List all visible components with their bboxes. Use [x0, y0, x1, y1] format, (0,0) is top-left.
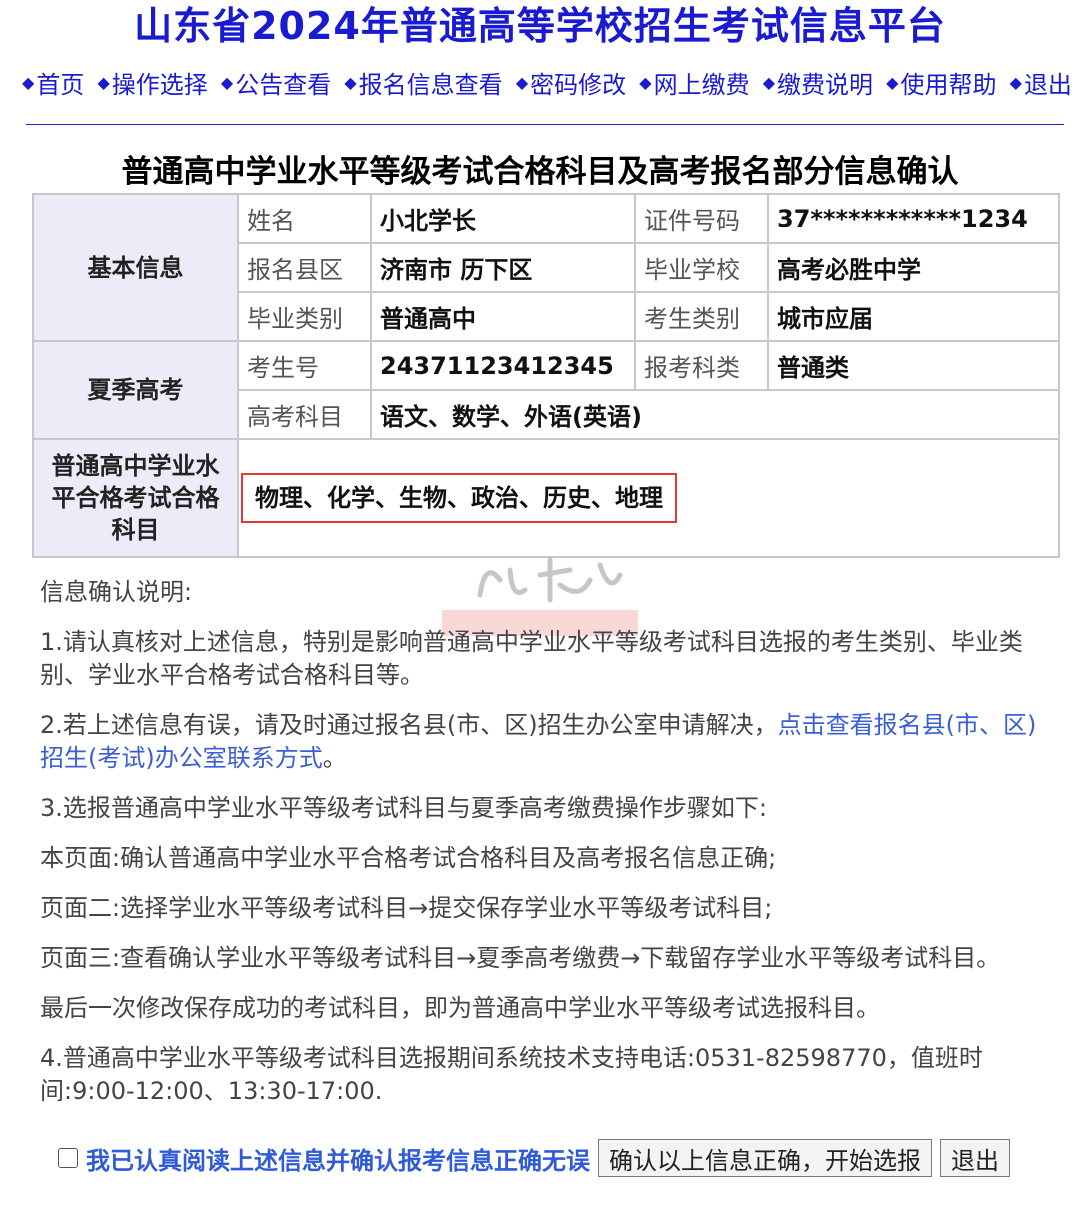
diamond-bullet-icon: ◆ [344, 72, 357, 92]
id-number-value: 37************1234 [767, 193, 1060, 244]
table-row: 夏季高考 考生号 24371123412345 报考科类 普通类 [32, 340, 1060, 440]
candidate-type-value: 城市应届 [767, 291, 1060, 342]
nav-home[interactable]: ◆ 首页 [22, 65, 84, 100]
exam-subjects-label: 高考科目 [237, 389, 372, 440]
nav-operation-select[interactable]: ◆ 操作选择 [97, 65, 207, 100]
nav-registration-info[interactable]: ◆ 报名信息查看 [344, 65, 502, 100]
passed-subjects-value: 物理、化学、生物、政治、历史、地理 [241, 473, 677, 523]
exit-button[interactable]: 退出 [940, 1139, 1010, 1177]
exam-subjects-value: 语文、数学、外语(英语) [370, 389, 1060, 440]
section-summer-exam: 夏季高考 [32, 340, 239, 440]
section-passed-subjects: 普通高中学业水平合格考试合格科目 [32, 438, 239, 558]
top-nav: ◆ 首页 ◆ 操作选择 ◆ 公告查看 ◆ 报名信息查看 ◆ 密码修改 ◆ 网上缴费 ◆ 缴费说… [22, 65, 1072, 100]
confirm-start-button[interactable]: 确认以上信息正确，开始选报 [598, 1139, 932, 1177]
exam-category-label: 报考科类 [634, 340, 769, 391]
ack-checkbox[interactable] [58, 1148, 78, 1168]
diamond-bullet-icon: ◆ [22, 72, 35, 92]
ack-label[interactable]: 我已认真阅读上述信息并确认报考信息正确无误 [86, 1141, 590, 1176]
table-row: 基本信息 姓名 小北学长 证件号码 37************1234 [32, 193, 1060, 342]
nav-payment-help[interactable]: ◆ 缴费说明 [763, 65, 873, 100]
note-item-1: 1.请认真核对上述信息，特别是影响普通高中学业水平等级考试科目选报的考生类别、毕… [40, 628, 1023, 689]
note-step-3: 页面三:查看确认学业水平等级考试科目→夏季高考缴费→下载留存学业水平等级考试科目… [40, 944, 1001, 972]
info-table: 基本信息 姓名 小北学长 证件号码 37************1234 报名县… [32, 193, 1060, 558]
passed-subjects-cell: 物理、化学、生物、政治、历史、地理 [237, 438, 1060, 558]
note-final: 最后一次修改保存成功的考试科目，即为普通高中学业水平等级考试选报科目。 [40, 994, 880, 1022]
exam-number-label: 考生号 [237, 340, 372, 391]
graduation-type-label: 毕业类别 [237, 291, 372, 342]
candidate-type-label: 考生类别 [634, 291, 769, 342]
table-row: 普通高中学业水平合格考试合格科目 物理、化学、生物、政治、历史、地理 [32, 438, 1060, 558]
section-basic-info: 基本信息 [32, 193, 239, 342]
name-value: 小北学长 [370, 193, 636, 244]
nav-logout[interactable]: ◆ 退出 [1010, 65, 1072, 100]
confirm-bar: 我已认真阅读上述信息并确认报考信息正确无误 确认以上信息正确，开始选报 退出 [58, 1138, 1010, 1178]
notes-section: 信息确认说明: 1.请认真核对上述信息，特别是影响普通高中学业水平等级考试科目选… [40, 576, 1040, 1125]
diamond-bullet-icon: ◆ [220, 72, 234, 92]
diamond-bullet-icon: ◆ [1009, 72, 1022, 92]
notes-heading: 信息确认说明: [40, 578, 193, 606]
name-label: 姓名 [237, 193, 372, 244]
school-value: 高考必胜中学 [767, 242, 1060, 293]
note-item-4: 4.普通高中学业水平等级考试科目选报期间系统技术支持电话:0531-825987… [40, 1044, 983, 1105]
note-step-1: 本页面:确认普通高中学业水平合格考试合格科目及高考报名信息正确; [40, 844, 777, 872]
site-title: 山东省2024年普通高等学校招生考试信息平台 [134, 4, 946, 48]
note-item-2: 2.若上述信息有误，请及时通过报名县(市、区)招生办公室申请解决，点击查看报名县… [40, 711, 1037, 772]
header-divider [26, 124, 1064, 125]
diamond-bullet-icon: ◆ [762, 72, 776, 92]
nav-online-payment[interactable]: ◆ 网上缴费 [639, 65, 749, 100]
nav-change-password[interactable]: ◆ 密码修改 [516, 65, 626, 100]
county-label: 报名县区 [237, 242, 372, 293]
note-step-2: 页面二:选择学业水平等级考试科目→提交保存学业水平等级考试科目; [40, 894, 773, 922]
county-value: 济南市 历下区 [370, 242, 636, 293]
id-number-label: 证件号码 [634, 193, 769, 244]
note-item-3: 3.选报普通高中学业水平等级考试科目与夏季高考缴费操作步骤如下: [40, 794, 767, 822]
page-title: 普通高中学业水平等级考试合格科目及高考报名部分信息确认 [121, 154, 959, 190]
nav-usage-help[interactable]: ◆ 使用帮助 [886, 65, 996, 100]
diamond-bullet-icon: ◆ [886, 72, 899, 92]
exam-category-value: 普通类 [767, 340, 1060, 391]
diamond-bullet-icon: ◆ [515, 72, 529, 92]
graduation-type-value: 普通高中 [370, 291, 636, 342]
diamond-bullet-icon: ◆ [639, 72, 652, 92]
nav-announcements[interactable]: ◆ 公告查看 [221, 65, 331, 100]
exam-number-value: 24371123412345 [370, 340, 636, 391]
school-label: 毕业学校 [634, 242, 769, 293]
diamond-bullet-icon: ◆ [97, 72, 110, 92]
